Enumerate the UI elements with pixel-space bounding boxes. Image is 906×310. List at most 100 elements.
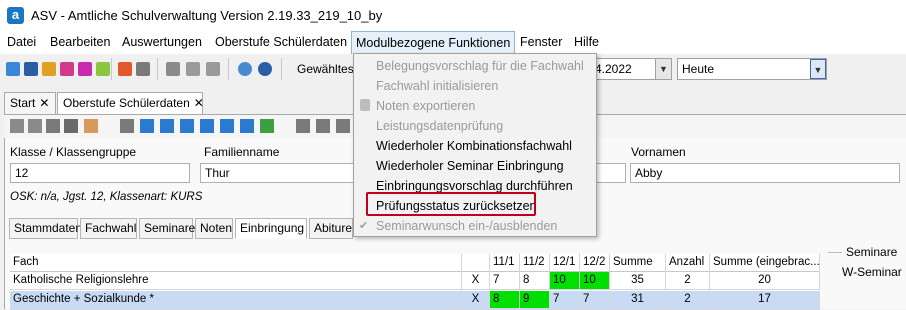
menu-oberstufe-schuelerdaten[interactable]: Oberstufe Schülerdaten	[215, 35, 347, 49]
selected-date-label: Gewähltes	[297, 62, 354, 76]
menu-item-wiederholer-seminar-einbringung[interactable]: Wiederholer Seminar Einbringung	[376, 159, 564, 173]
help-icon[interactable]	[258, 62, 272, 76]
menu-item-seminarwunsch[interactable]: Seminarwunsch ein-/ausblenden	[376, 219, 557, 233]
subtab-noten[interactable]: Noten	[195, 218, 233, 239]
cell-summe-eingebracht: 20	[710, 272, 820, 290]
lightning-icon[interactable]	[206, 62, 220, 76]
familienname-field[interactable]: Thur	[200, 163, 360, 183]
paste-icon[interactable]	[336, 119, 350, 133]
close-icon[interactable]: ✕	[39, 96, 49, 110]
menu-item-wiederholer-kombinationsfachwahl[interactable]: Wiederholer Kombinationsfachwahl	[376, 139, 572, 153]
book-icon[interactable]	[118, 62, 132, 76]
period-select[interactable]: Heute	[677, 58, 827, 80]
cell-mark: X	[462, 291, 490, 309]
next-record-icon[interactable]	[200, 119, 214, 133]
period-dropdown-arrow-icon[interactable]: ▼	[810, 59, 826, 79]
cut-icon[interactable]	[316, 119, 330, 133]
column-header-anzahl[interactable]: Anzahl	[666, 254, 710, 272]
menu-item-leistungsdatenpruefung[interactable]: Leistungsdatenprüfung	[376, 119, 503, 133]
cell-11-2: 8	[520, 272, 550, 290]
klasse-field[interactable]: 12	[10, 163, 190, 183]
tab-start[interactable]: Start ✕	[4, 92, 56, 114]
subtab-einbringung-label: Einbringung	[240, 221, 305, 235]
table-row[interactable]: Katholische Religionslehre X 7 8 10 10 3…	[10, 272, 820, 291]
cell-12-1: 7	[550, 291, 580, 309]
calculator-icon[interactable]	[136, 62, 150, 76]
w-seminar-label: W-Seminar	[842, 265, 902, 279]
familienname-label: Familienname	[204, 145, 280, 159]
cell-11-1: 7	[490, 272, 520, 290]
first-record-icon[interactable]	[140, 119, 154, 133]
groups-icon[interactable]	[60, 62, 74, 76]
save-all-icon[interactable]	[28, 119, 42, 133]
window-title: ASV - Amtliche Schulverwaltung Version 2…	[31, 8, 383, 23]
menu-modulbezogene-funktionen[interactable]: Modulbezogene Funktionen	[351, 31, 516, 54]
cell-12-2: 7	[580, 291, 610, 309]
period-select-value: Heute	[682, 62, 715, 76]
menu-item-belegungsvorschlag[interactable]: Belegungsvorschlag für die Fachwahl	[376, 59, 584, 73]
app-logo-icon: a	[7, 7, 24, 24]
subtab-abiture-label: Abiture	[314, 221, 353, 235]
cell-12-2: 10	[580, 272, 610, 290]
klasse-label: Klasse / Klassengruppe	[10, 145, 137, 159]
previous-record-icon[interactable]	[180, 119, 194, 133]
subtab-seminare[interactable]: Seminare	[139, 218, 195, 239]
copy-icon[interactable]	[166, 62, 180, 76]
date-field-value: 4.2022	[595, 62, 632, 76]
seminare-divider	[828, 252, 842, 253]
menu-item-fachwahl-initialisieren[interactable]: Fachwahl initialisieren	[376, 79, 498, 93]
column-header-11-1[interactable]: 11/1	[490, 254, 520, 272]
cell-11-1: 8	[490, 291, 520, 309]
column-header-12-1[interactable]: 12/1	[550, 254, 580, 272]
previous-page-icon[interactable]	[160, 119, 174, 133]
refresh-icon[interactable]	[260, 119, 274, 133]
table-row[interactable]: Geschichte + Sozialkunde * X 8 9 7 7 31 …	[10, 291, 820, 310]
subtab-fachwahl[interactable]: Fachwahl	[80, 218, 137, 239]
save-icon[interactable]	[10, 119, 24, 133]
date-dropdown-arrow-icon[interactable]: ▼	[655, 59, 671, 79]
last-record-icon[interactable]	[240, 119, 254, 133]
grid-header: Fach 11/1 11/2 12/1 12/2 Summe Anzahl Su…	[10, 254, 820, 272]
tab-start-label: Start	[10, 96, 36, 110]
tab-oberstufe-schuelerdaten[interactable]: Oberstufe Schülerdaten ✕	[57, 92, 204, 114]
subtab-fachwahl-label: Fachwahl	[85, 221, 137, 235]
info-icon[interactable]	[238, 62, 252, 76]
cell-summe: 31	[610, 291, 666, 309]
klasse-value: 12	[15, 166, 29, 180]
menu-datei[interactable]: Datei	[7, 35, 36, 49]
subtab-abiture[interactable]: Abiture	[309, 218, 353, 239]
chat-icon[interactable]	[78, 62, 92, 76]
menu-item-einbringungsvorschlag[interactable]: Einbringungsvorschlag durchführen	[376, 179, 573, 193]
people-group-icon[interactable]	[6, 62, 20, 76]
column-header-fach[interactable]: Fach	[10, 254, 462, 272]
users-icon[interactable]	[42, 62, 56, 76]
subtab-einbringung[interactable]: Einbringung	[235, 218, 307, 239]
column-header-mark[interactable]	[462, 254, 490, 272]
column-header-11-2[interactable]: 11/2	[520, 254, 550, 272]
cell-11-2: 9	[520, 291, 550, 309]
close-record-icon[interactable]	[64, 119, 78, 133]
arrow-back-icon[interactable]	[296, 119, 310, 133]
next-page-icon[interactable]	[220, 119, 234, 133]
column-header-summe[interactable]: Summe	[610, 254, 666, 272]
menu-auswertungen[interactable]: Auswertungen	[122, 35, 202, 49]
menu-hilfe[interactable]: Hilfe	[574, 35, 599, 49]
message-icon[interactable]	[96, 62, 110, 76]
subtab-stammdaten[interactable]: Stammdaten	[9, 218, 82, 239]
id-card-icon[interactable]	[24, 62, 38, 76]
highlight-box	[366, 192, 536, 216]
menu-bearbeiten[interactable]: Bearbeiten	[50, 35, 110, 49]
settings-icon[interactable]	[186, 62, 200, 76]
seminare-title: Seminare	[846, 245, 898, 259]
menu-item-noten-exportieren[interactable]: Noten exportieren	[376, 99, 475, 113]
form-icon[interactable]	[84, 119, 98, 133]
column-header-summe-eingebracht[interactable]: Summe (eingebrac...	[710, 254, 820, 272]
tab-oberstufe-label: Oberstufe Schülerdaten	[63, 96, 190, 110]
close-icon[interactable]: ✕	[194, 96, 204, 110]
menu-fenster[interactable]: Fenster	[520, 35, 562, 49]
toolbar-separator	[281, 58, 282, 80]
vornamen-field[interactable]: Abby	[630, 163, 900, 183]
folder-icon[interactable]	[120, 119, 134, 133]
undo-icon[interactable]	[46, 119, 60, 133]
column-header-12-2[interactable]: 12/2	[580, 254, 610, 272]
